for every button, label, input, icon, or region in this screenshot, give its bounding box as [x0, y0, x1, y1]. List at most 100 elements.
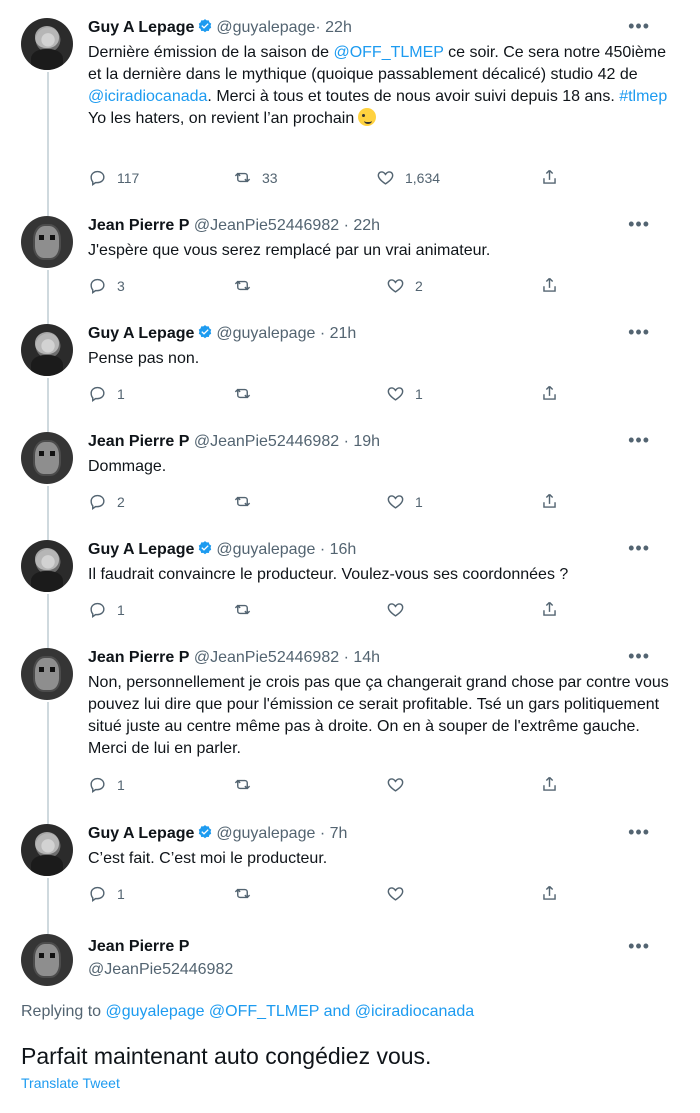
reply-icon: [90, 777, 105, 794]
like-button[interactable]: 2: [386, 276, 423, 295]
like-button[interactable]: [386, 600, 415, 619]
mention-link[interactable]: @iciradiocanada: [88, 88, 207, 105]
like-count: 1: [415, 385, 423, 402]
tweet-header: Jean Pierre P @JeanPie52446982 · 14h: [88, 648, 380, 668]
timestamp[interactable]: · 21h: [320, 325, 356, 342]
like-count: 1,634: [405, 169, 441, 186]
display-name[interactable]: Jean Pierre P: [88, 649, 189, 666]
display-name[interactable]: Jean Pierre P: [88, 433, 189, 450]
translate-tweet-link[interactable]: Translate Tweet: [21, 1075, 120, 1091]
winking-face-tongue-emoji-icon: [358, 108, 377, 126]
avatar[interactable]: [21, 648, 73, 700]
avatar[interactable]: [21, 324, 73, 376]
reply-button[interactable]: 1: [88, 384, 125, 403]
like-button[interactable]: 1: [386, 384, 423, 403]
retweet-button[interactable]: [233, 276, 262, 295]
tweet[interactable]: Jean Pierre P @JeanPie52446982 · 19h •••…: [0, 431, 700, 516]
timestamp[interactable]: · 7h: [320, 825, 348, 842]
share-button[interactable]: [540, 168, 559, 187]
timestamp[interactable]: · 19h: [344, 433, 380, 450]
display-name[interactable]: Guy A Lepage: [88, 19, 194, 36]
like-count: 1: [415, 493, 423, 510]
reply-icon: [90, 602, 105, 619]
tweet-actions: 117 33 1,634: [88, 168, 648, 190]
retweet-button[interactable]: [233, 384, 262, 403]
reply-button[interactable]: 2: [88, 492, 125, 511]
more-options-icon[interactable]: •••: [628, 215, 650, 233]
retweet-button[interactable]: [233, 775, 262, 794]
like-icon: [387, 887, 404, 901]
handle[interactable]: @guyalepage: [216, 825, 315, 842]
avatar[interactable]: [21, 432, 73, 484]
handle[interactable]: @guyalepage: [216, 541, 315, 558]
reply-icon: [90, 886, 105, 903]
more-options-icon[interactable]: •••: [628, 823, 650, 841]
retweet-icon: [234, 888, 251, 899]
reply-count: 117: [117, 169, 140, 186]
avatar[interactable]: [21, 824, 73, 876]
reply-button[interactable]: 3: [88, 276, 125, 295]
more-options-icon[interactable]: •••: [628, 431, 650, 449]
retweet-button[interactable]: 33: [233, 168, 278, 187]
reply-button[interactable]: 1: [88, 884, 125, 903]
timestamp[interactable]: · 14h: [344, 649, 380, 666]
reply-button[interactable]: 1: [88, 775, 125, 794]
timestamp[interactable]: · 16h: [320, 541, 356, 558]
reply-button[interactable]: 117: [88, 168, 139, 187]
handle[interactable]: @JeanPie52446982: [88, 960, 233, 980]
more-options-icon[interactable]: •••: [628, 17, 650, 35]
verified-badge-icon: [199, 19, 212, 33]
display-name[interactable]: Jean Pierre P: [88, 938, 189, 955]
more-options-icon[interactable]: •••: [628, 323, 650, 341]
share-button[interactable]: [540, 775, 559, 794]
retweet-button[interactable]: [233, 884, 262, 903]
retweet-button[interactable]: [233, 492, 262, 511]
share-button[interactable]: [540, 492, 559, 511]
retweet-button[interactable]: [233, 600, 262, 619]
like-icon: [387, 495, 404, 509]
share-button[interactable]: [540, 276, 559, 295]
tweet[interactable]: Guy A Lepage @guyalepage · 7h ••• C’est f…: [0, 823, 700, 908]
tweet[interactable]: Guy A Lepage @guyalepage · 21h ••• Pense …: [0, 323, 700, 408]
reply-button[interactable]: 1: [88, 600, 125, 619]
timestamp[interactable]: · 22h: [315, 19, 351, 36]
handle[interactable]: @guyalepage: [216, 325, 315, 342]
tweet[interactable]: Guy A Lepage @guyalepage · 16h ••• Il fau…: [0, 539, 700, 624]
hashtag-link[interactable]: #tlmep: [619, 88, 667, 105]
more-options-icon[interactable]: •••: [628, 647, 650, 665]
tweet[interactable]: Jean Pierre P @JeanPie52446982 · 14h •••…: [0, 647, 700, 798]
share-button[interactable]: [540, 600, 559, 619]
replying-to-links[interactable]: @guyalepage @OFF_TLMEP and @iciradiocana…: [106, 1003, 475, 1020]
avatar[interactable]: [21, 540, 73, 592]
tweet[interactable]: Jean Pierre P @JeanPie52446982 · 22h •••…: [0, 215, 700, 300]
tweet[interactable]: Guy A Lepage @guyalepage· 22h ••• Dernièr…: [0, 17, 700, 194]
share-button[interactable]: [540, 884, 559, 903]
like-button[interactable]: [386, 884, 415, 903]
share-button[interactable]: [540, 384, 559, 403]
handle[interactable]: @JeanPie52446982: [194, 649, 339, 666]
tweet-text: Il faudrait convaincre le producteur. Vo…: [88, 566, 569, 583]
timestamp[interactable]: · 22h: [344, 217, 380, 234]
handle[interactable]: @JeanPie52446982: [194, 217, 339, 234]
avatar[interactable]: [21, 216, 73, 268]
like-button[interactable]: 1: [386, 492, 423, 511]
handle[interactable]: @guyalepage: [216, 19, 315, 36]
tweet-text: Non, personnellement je crois pas que ça…: [88, 674, 669, 757]
like-button[interactable]: 1,634: [376, 168, 440, 187]
replying-to-label: Replying to: [21, 1003, 102, 1020]
handle[interactable]: @JeanPie52446982: [194, 433, 339, 450]
display-name[interactable]: Guy A Lepage: [88, 325, 194, 342]
display-name[interactable]: Guy A Lepage: [88, 541, 194, 558]
share-icon: [543, 169, 556, 184]
retweet-icon: [234, 388, 251, 399]
like-button[interactable]: [386, 775, 415, 794]
like-count: 2: [415, 277, 423, 294]
mention-link[interactable]: @OFF_TLMEP: [333, 44, 443, 61]
display-name[interactable]: Guy A Lepage: [88, 825, 194, 842]
avatar[interactable]: [21, 18, 73, 70]
more-options-icon[interactable]: •••: [628, 539, 650, 557]
share-icon: [543, 601, 556, 616]
display-name[interactable]: Jean Pierre P: [88, 217, 189, 234]
more-options-icon[interactable]: •••: [628, 937, 650, 955]
avatar[interactable]: [21, 934, 73, 986]
